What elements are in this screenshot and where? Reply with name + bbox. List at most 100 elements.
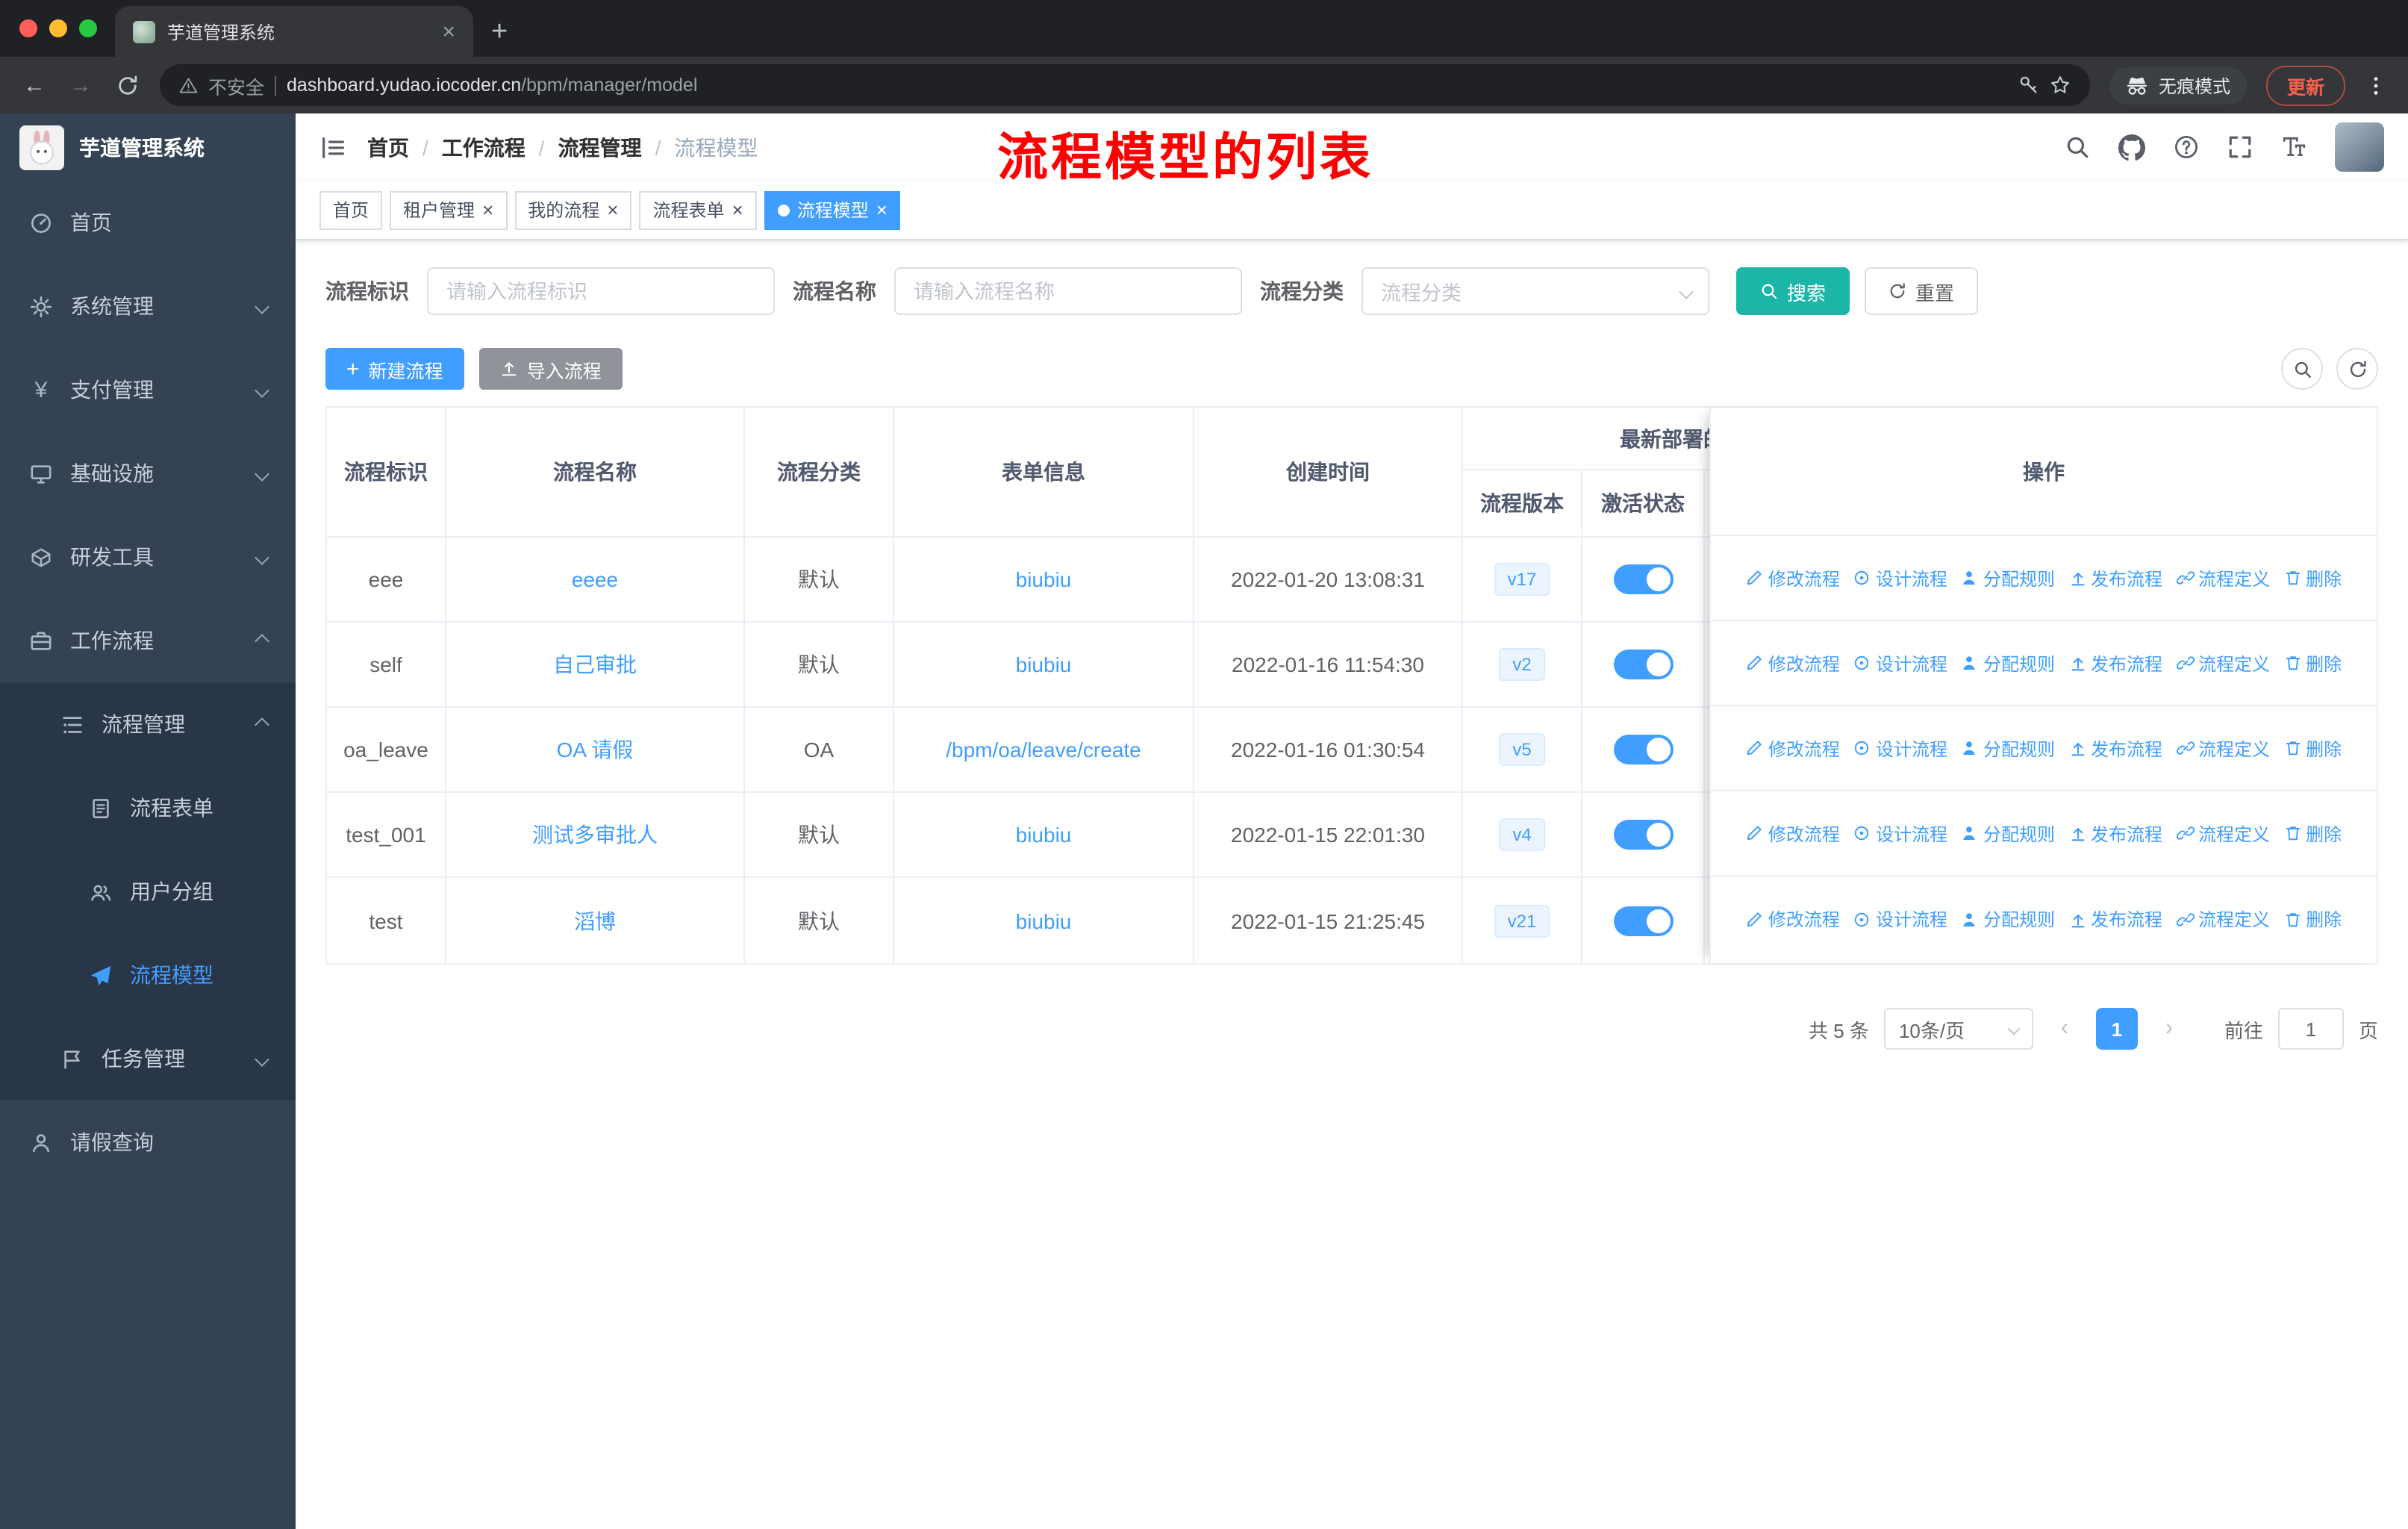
action-delete-link[interactable]: 删除 [2283, 820, 2342, 846]
action-publish-link[interactable]: 发布流程 [2068, 820, 2162, 846]
help-icon[interactable] [2174, 134, 2199, 160]
process-name-link[interactable]: OA 请假 [557, 735, 634, 764]
action-definition-link[interactable]: 流程定义 [2176, 820, 2270, 846]
action-edit-link[interactable]: 修改流程 [1746, 650, 1840, 676]
github-icon[interactable] [2118, 134, 2145, 161]
tag-close-icon[interactable]: × [732, 200, 743, 219]
active-status-toggle[interactable] [1613, 650, 1673, 679]
active-status-toggle[interactable] [1613, 735, 1673, 764]
app-logo[interactable]: 芋道管理系统 [0, 113, 296, 181]
tag-close-icon[interactable]: × [607, 200, 618, 219]
user-avatar[interactable] [2335, 122, 2384, 172]
sidebar-item-process-model[interactable]: 流程模型 [0, 933, 296, 1017]
refresh-table-button[interactable] [2336, 348, 2378, 390]
password-key-icon[interactable] [2018, 75, 2039, 96]
action-design-link[interactable]: 设计流程 [1853, 565, 1947, 591]
action-assign-link[interactable]: 分配规则 [1961, 565, 2055, 591]
action-assign-link[interactable]: 分配规则 [1961, 650, 2055, 676]
browser-tab[interactable]: 芋道管理系统 × [115, 6, 473, 57]
tab-tag-tenant[interactable]: 租户管理 × [390, 190, 508, 229]
action-edit-link[interactable]: 修改流程 [1746, 906, 1840, 932]
action-edit-link[interactable]: 修改流程 [1746, 820, 1840, 846]
bookmark-star-icon[interactable] [2050, 75, 2071, 96]
sidebar-item-process-form[interactable]: 流程表单 [0, 766, 296, 850]
window-close-button[interactable] [19, 19, 37, 37]
form-link[interactable]: biubiu [1016, 653, 1072, 676]
process-name-link[interactable]: 自己审批 [553, 650, 637, 679]
action-definition-link[interactable]: 流程定义 [2176, 735, 2270, 761]
reload-button[interactable] [113, 74, 140, 96]
reset-button[interactable]: 重置 [1865, 267, 1979, 315]
tag-close-icon[interactable]: × [482, 200, 493, 219]
tab-tag-process-model[interactable]: 流程模型 × [764, 190, 901, 229]
sidebar-item-home[interactable]: 首页 [0, 181, 296, 264]
action-publish-link[interactable]: 发布流程 [2068, 906, 2162, 932]
window-zoom-button[interactable] [79, 19, 97, 37]
sidebar-item-task-management[interactable]: 任务管理 [0, 1017, 296, 1100]
breadcrumb-item[interactable]: 工作流程 [442, 132, 525, 162]
toggle-search-button[interactable] [2281, 348, 2323, 390]
sidebar-item-process-management[interactable]: 流程管理 [0, 682, 296, 766]
tab-tag-my-process[interactable]: 我的流程 × [514, 190, 632, 229]
next-page-button[interactable]: › [2153, 1015, 2186, 1042]
action-assign-link[interactable]: 分配规则 [1961, 735, 2055, 761]
sidebar-item-dev-tools[interactable]: 研发工具 [0, 515, 296, 599]
page-size-select[interactable]: 10条/页 [1883, 1008, 2033, 1050]
sidebar-item-user-group[interactable]: 用户分组 [0, 850, 296, 933]
browser-menu-icon[interactable] [2365, 74, 2387, 96]
action-publish-link[interactable]: 发布流程 [2068, 650, 2162, 676]
form-link[interactable]: biubiu [1016, 823, 1072, 847]
action-definition-link[interactable]: 流程定义 [2176, 565, 2270, 591]
tab-close-icon[interactable]: × [442, 19, 455, 44]
action-design-link[interactable]: 设计流程 [1853, 650, 1947, 676]
action-delete-link[interactable]: 删除 [2283, 735, 2342, 761]
process-name-input[interactable] [894, 267, 1242, 315]
update-button[interactable]: 更新 [2265, 65, 2345, 105]
new-tab-button[interactable]: + [491, 16, 508, 49]
process-name-link[interactable]: eeee [572, 567, 618, 591]
prev-page-button[interactable]: ‹ [2048, 1015, 2081, 1042]
tab-tag-home[interactable]: 首页 [319, 190, 383, 229]
sidebar-collapse-icon[interactable] [319, 134, 346, 161]
action-definition-link[interactable]: 流程定义 [2176, 650, 2270, 676]
search-button[interactable]: 搜索 [1736, 267, 1850, 315]
action-design-link[interactable]: 设计流程 [1853, 735, 1947, 761]
page-number-button[interactable]: 1 [2095, 1008, 2138, 1050]
address-bar[interactable]: 不安全 dashboard.yudao.iocoder.cn/bpm/manag… [160, 64, 2090, 106]
tag-close-icon[interactable]: × [876, 200, 888, 219]
action-design-link[interactable]: 设计流程 [1853, 906, 1947, 932]
sidebar-item-workflow[interactable]: 工作流程 [0, 599, 296, 682]
action-publish-link[interactable]: 发布流程 [2068, 565, 2162, 591]
goto-page-input[interactable] [2277, 1008, 2344, 1050]
active-status-toggle[interactable] [1613, 906, 1673, 935]
form-link[interactable]: /bpm/oa/leave/create [946, 738, 1141, 762]
form-link[interactable]: biubiu [1016, 567, 1072, 591]
process-name-link[interactable]: 滔博 [574, 906, 616, 935]
action-delete-link[interactable]: 删除 [2283, 565, 2342, 591]
action-delete-link[interactable]: 删除 [2283, 650, 2342, 676]
process-key-input[interactable] [427, 267, 775, 315]
action-definition-link[interactable]: 流程定义 [2176, 906, 2270, 932]
action-assign-link[interactable]: 分配规则 [1961, 906, 2055, 932]
fullscreen-icon[interactable] [2227, 134, 2253, 160]
action-delete-link[interactable]: 删除 [2283, 906, 2342, 932]
action-design-link[interactable]: 设计流程 [1853, 820, 1947, 846]
breadcrumb-item[interactable]: 首页 [367, 132, 409, 162]
tab-tag-process-form[interactable]: 流程表单 × [639, 190, 757, 229]
form-link[interactable]: biubiu [1016, 909, 1072, 932]
create-process-button[interactable]: + 新建流程 [325, 348, 464, 390]
active-status-toggle[interactable] [1613, 564, 1673, 594]
process-category-select[interactable]: 流程分类 [1361, 267, 1709, 315]
process-name-link[interactable]: 测试多审批人 [532, 820, 658, 850]
back-button[interactable]: ← [21, 72, 48, 98]
search-icon[interactable] [2065, 134, 2090, 160]
action-edit-link[interactable]: 修改流程 [1746, 565, 1840, 591]
font-size-icon[interactable] [2281, 134, 2306, 160]
action-assign-link[interactable]: 分配规则 [1961, 820, 2055, 846]
sidebar-item-payment-management[interactable]: ¥ 支付管理 [0, 348, 296, 432]
sidebar-item-system-management[interactable]: 系统管理 [0, 264, 296, 348]
sidebar-item-infrastructure[interactable]: 基础设施 [0, 432, 296, 515]
breadcrumb-item[interactable]: 流程管理 [558, 132, 642, 162]
action-edit-link[interactable]: 修改流程 [1746, 735, 1840, 761]
window-minimize-button[interactable] [49, 19, 67, 37]
